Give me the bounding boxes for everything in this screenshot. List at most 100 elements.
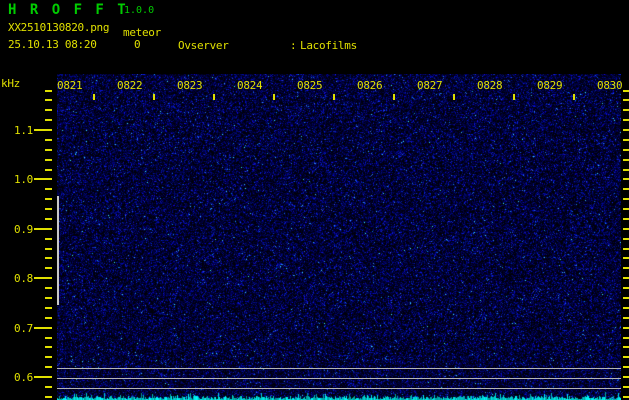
time-tick-label: 0823 bbox=[177, 79, 202, 92]
time-tick-label: 0822 bbox=[117, 79, 142, 92]
freq-major-tick bbox=[34, 178, 52, 180]
time-tick-label: 0830 bbox=[597, 79, 622, 92]
freq-right-tick bbox=[623, 386, 629, 388]
freq-minor-tick bbox=[45, 99, 52, 101]
freq-right-tick bbox=[623, 208, 629, 210]
freq-right-tick bbox=[623, 267, 629, 269]
freq-right-tick bbox=[623, 228, 629, 230]
freq-major-tick bbox=[34, 376, 52, 378]
time-minute-tick bbox=[213, 94, 215, 100]
freq-right-tick bbox=[623, 277, 629, 279]
freq-minor-tick bbox=[45, 90, 52, 92]
datetime-label: 25.10.13 08:20 bbox=[8, 38, 97, 51]
time-tick-label: 0827 bbox=[417, 79, 442, 92]
time-minute-tick bbox=[513, 94, 515, 100]
freq-right-tick bbox=[623, 346, 629, 348]
freq-major-tick bbox=[34, 129, 52, 131]
time-minute-tick bbox=[153, 94, 155, 100]
time-minute-tick bbox=[333, 94, 335, 100]
freq-right-tick bbox=[623, 149, 629, 151]
time-minute-tick bbox=[93, 94, 95, 100]
freq-minor-tick bbox=[45, 198, 52, 200]
freq-minor-tick bbox=[45, 248, 52, 250]
freq-minor-tick bbox=[45, 287, 52, 289]
freq-right-tick bbox=[623, 139, 629, 141]
output-filename: XX2510130820.png bbox=[8, 21, 109, 34]
level-scale-line bbox=[57, 388, 621, 389]
time-tick-label: 0821 bbox=[57, 79, 82, 92]
app-version: 1.0.0 bbox=[124, 5, 154, 16]
info-value: Lacofilms bbox=[300, 39, 357, 52]
app-title: H R O F F T bbox=[8, 2, 128, 18]
freq-major-tick bbox=[34, 327, 52, 329]
freq-right-tick bbox=[623, 188, 629, 190]
freq-minor-tick bbox=[45, 238, 52, 240]
freq-minor-tick bbox=[45, 366, 52, 368]
freq-minor-tick bbox=[45, 218, 52, 220]
freq-minor-tick bbox=[45, 139, 52, 141]
freq-right-tick bbox=[623, 366, 629, 368]
time-minute-tick bbox=[573, 94, 575, 100]
freq-right-tick bbox=[623, 297, 629, 299]
freq-tick-label: 1.0 bbox=[0, 173, 33, 186]
freq-tick-label: 0.6 bbox=[0, 371, 33, 384]
info-label: Ovserver bbox=[178, 39, 290, 52]
echo-count: 0 bbox=[134, 38, 140, 51]
freq-right-tick bbox=[623, 287, 629, 289]
freq-minor-tick bbox=[45, 317, 52, 319]
freq-right-tick bbox=[623, 248, 629, 250]
time-minute-tick bbox=[393, 94, 395, 100]
freq-tick-label: 0.8 bbox=[0, 272, 33, 285]
freq-right-tick bbox=[623, 178, 629, 180]
freq-tick-label: 0.7 bbox=[0, 322, 33, 335]
freq-minor-tick bbox=[45, 119, 52, 121]
freq-right-tick bbox=[623, 396, 629, 398]
freq-minor-tick bbox=[45, 307, 52, 309]
freq-minor-tick bbox=[45, 169, 52, 171]
freq-minor-tick bbox=[45, 188, 52, 190]
freq-right-tick bbox=[623, 169, 629, 171]
freq-minor-tick bbox=[45, 297, 52, 299]
level-scale-line bbox=[57, 368, 621, 369]
time-tick-label: 0826 bbox=[357, 79, 382, 92]
freq-right-tick bbox=[623, 376, 629, 378]
freq-minor-tick bbox=[45, 257, 52, 259]
freq-minor-tick bbox=[45, 208, 52, 210]
freq-right-tick bbox=[623, 337, 629, 339]
level-scale-bar bbox=[57, 196, 59, 305]
freq-right-tick bbox=[623, 119, 629, 121]
freq-minor-tick bbox=[45, 159, 52, 161]
freq-tick-label: 0.9 bbox=[0, 223, 33, 236]
freq-right-tick bbox=[623, 90, 629, 92]
freq-major-tick bbox=[34, 228, 52, 230]
freq-right-tick bbox=[623, 129, 629, 131]
freq-major-tick bbox=[34, 277, 52, 279]
freq-tick-label: 1.1 bbox=[0, 124, 33, 137]
freq-right-tick bbox=[623, 317, 629, 319]
time-tick-label: 0828 bbox=[477, 79, 502, 92]
time-minute-tick bbox=[273, 94, 275, 100]
freq-right-tick bbox=[623, 238, 629, 240]
freq-minor-tick bbox=[45, 396, 52, 398]
time-tick-label: 0829 bbox=[537, 79, 562, 92]
freq-right-tick bbox=[623, 257, 629, 259]
level-scale-line bbox=[57, 378, 621, 379]
time-tick-label: 0824 bbox=[237, 79, 262, 92]
freq-right-tick bbox=[623, 307, 629, 309]
freq-minor-tick bbox=[45, 356, 52, 358]
freq-right-tick bbox=[623, 159, 629, 161]
freq-axis-unit: kHz bbox=[1, 77, 20, 90]
freq-right-tick bbox=[623, 99, 629, 101]
hrofft-window: H R O F F T 1.0.0 XX2510130820.png meteo… bbox=[0, 0, 629, 400]
info-row-observer: Ovserver: Lacofilms bbox=[178, 39, 445, 52]
freq-minor-tick bbox=[45, 109, 52, 111]
spectrogram-canvas bbox=[57, 74, 621, 400]
freq-right-tick bbox=[623, 356, 629, 358]
freq-minor-tick bbox=[45, 267, 52, 269]
freq-right-tick bbox=[623, 327, 629, 329]
info-separator: : bbox=[290, 39, 300, 52]
mode-label: meteor bbox=[123, 26, 161, 39]
freq-right-tick bbox=[623, 109, 629, 111]
time-tick-label: 0825 bbox=[297, 79, 322, 92]
freq-minor-tick bbox=[45, 346, 52, 348]
